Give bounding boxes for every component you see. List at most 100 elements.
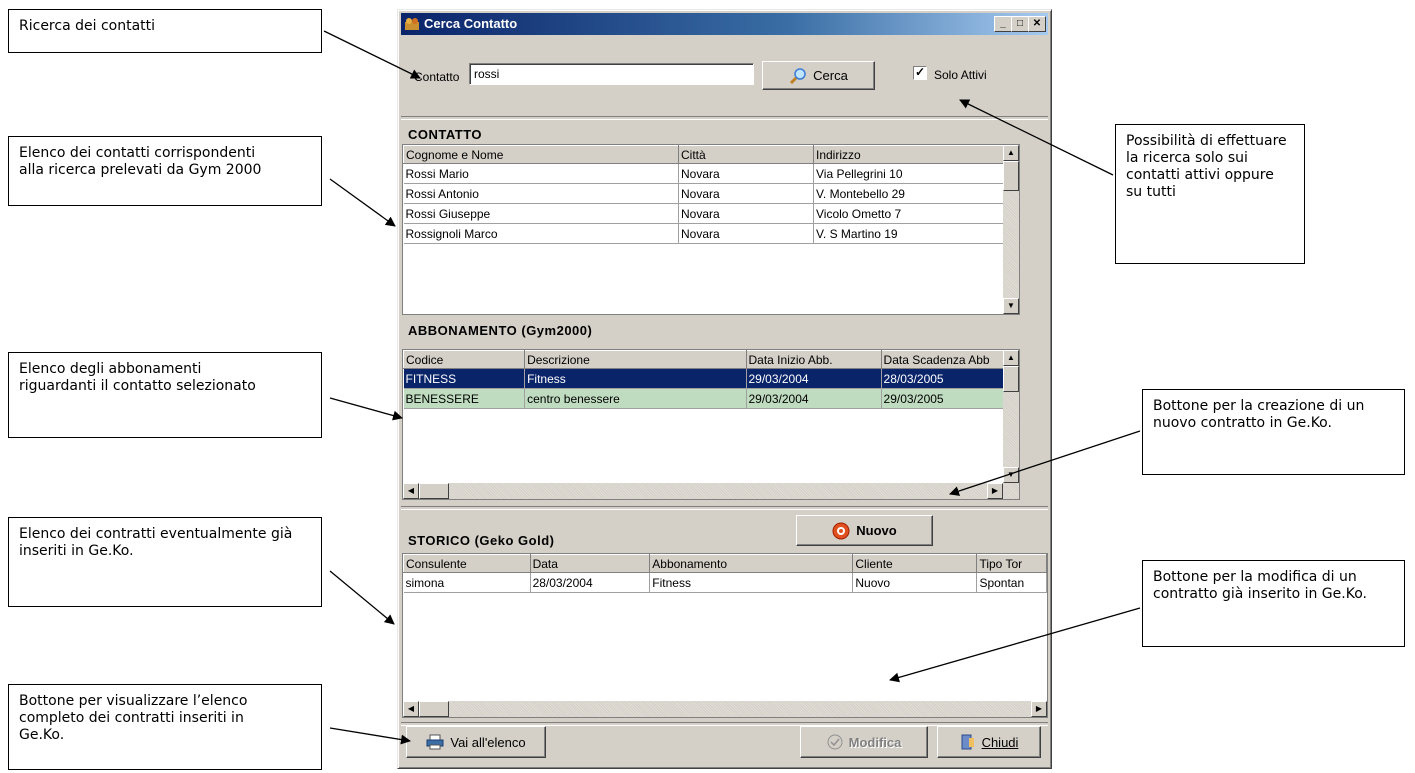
cerca-contatto-window: Cerca Contatto _ □ ✕ Contatto Cerca ✓ So…	[397, 9, 1052, 769]
callout-elenco-contatti: Elenco dei contatti corrispondenti alla …	[8, 136, 322, 206]
cell-consulente: simona	[403, 572, 531, 593]
abbonamento-grid: Codice Descrizione Data Inizio Abb. Data…	[402, 349, 1020, 500]
modifica-button[interactable]: Modifica	[800, 726, 928, 758]
table-row[interactable]: Rossi Antonio Novara V. Montebello 29	[403, 183, 1017, 204]
contatto-search-input[interactable]	[469, 63, 754, 85]
col-header-descrizione[interactable]: Descrizione	[524, 350, 747, 369]
printer-icon	[426, 734, 444, 750]
cell-descrizione: Fitness	[524, 368, 747, 389]
cell-codice: FITNESS	[403, 368, 526, 389]
contatto-section-title: CONTATTO	[408, 127, 483, 142]
table-row[interactable]: Rossignoli Marco Novara V. S Martino 19	[403, 223, 1017, 244]
abbonamento-vertical-scrollbar[interactable]: ▲ ▼	[1003, 350, 1019, 483]
close-icon[interactable]: ✕	[1028, 16, 1046, 32]
cell-citta: Novara	[678, 163, 814, 184]
cell-indirizzo: V. Montebello 29	[813, 183, 1017, 204]
callout-bottone-nuovo: Bottone per la creazione di un nuovo con…	[1142, 389, 1405, 475]
table-row[interactable]: Rossi Giuseppe Novara Vicolo Ometto 7	[403, 203, 1017, 224]
window-title: Cerca Contatto	[424, 16, 518, 31]
callout-bottone-elenco: Bottone per visualizzare l’elenco comple…	[8, 684, 322, 770]
storico-grid: Consulente Data Abbonamento Cliente Tipo…	[402, 553, 1048, 718]
check-icon	[827, 734, 843, 750]
cell-citta: Novara	[678, 223, 814, 244]
contatto-label: Contatto	[414, 70, 460, 84]
col-header-citta[interactable]: Città	[678, 145, 814, 164]
minimize-icon[interactable]: _	[994, 16, 1012, 32]
scroll-down-icon[interactable]: ▼	[1003, 467, 1019, 483]
cell-nome: Rossi Mario	[403, 163, 679, 184]
solo-attivi-checkbox[interactable]: ✓	[913, 66, 927, 80]
col-header-indirizzo[interactable]: Indirizzo	[813, 145, 1017, 164]
scroll-up-icon[interactable]: ▲	[1003, 145, 1019, 161]
col-header-tipo[interactable]: Tipo Tor	[976, 554, 1047, 573]
cell-indirizzo: Via Pellegrini 10	[813, 163, 1017, 184]
separator	[401, 116, 1048, 120]
callout-ricerca: Ricerca dei contatti	[8, 9, 322, 53]
vai-all-elenco-button[interactable]: Vai all'elenco	[406, 726, 546, 758]
cell-descrizione: centro benessere	[524, 388, 747, 409]
scroll-right-icon[interactable]: ▶	[987, 483, 1003, 499]
chiudi-button[interactable]: Chiudi	[937, 726, 1041, 758]
abbonamento-section-title: ABBONAMENTO (Gym2000)	[408, 323, 593, 338]
scroll-left-icon[interactable]: ◀	[403, 483, 419, 499]
col-header-consulente[interactable]: Consulente	[403, 554, 531, 573]
add-circle-icon	[832, 522, 850, 539]
scroll-thumb[interactable]	[1003, 366, 1019, 392]
maximize-icon[interactable]: □	[1011, 16, 1029, 32]
table-row[interactable]: BENESSERE centro benessere 29/03/2004 29…	[403, 388, 1019, 409]
nuovo-button-label: Nuovo	[856, 523, 897, 538]
col-header-codice[interactable]: Codice	[403, 350, 526, 369]
cell-tipo: Spontan	[976, 572, 1047, 593]
separator	[401, 506, 1048, 510]
cell-indirizzo: Vicolo Ometto 7	[813, 203, 1017, 224]
cell-data-inizio: 29/03/2004	[746, 368, 882, 389]
scroll-thumb[interactable]	[1003, 161, 1019, 191]
cell-abbonamento: Fitness	[649, 572, 854, 593]
chiudi-label: Chiudi	[981, 734, 1019, 750]
table-row[interactable]: simona 28/03/2004 Fitness Nuovo Spontan	[403, 572, 1047, 593]
callout-elenco-contratti: Elenco dei contratti eventualmente già i…	[8, 517, 322, 607]
callout-elenco-abbonamenti: Elenco degli abbonamenti riguardanti il …	[8, 352, 322, 438]
cell-nome: Rossignoli Marco	[403, 223, 679, 244]
cell-citta: Novara	[678, 203, 814, 224]
storico-horizontal-scrollbar[interactable]: ◀ ▶	[403, 701, 1047, 717]
cell-indirizzo: V. S Martino 19	[813, 223, 1017, 244]
col-header-data-inizio[interactable]: Data Inizio Abb.	[745, 350, 882, 369]
vai-all-elenco-label: Vai all'elenco	[450, 734, 526, 750]
col-header-cliente[interactable]: Cliente	[852, 554, 978, 573]
table-row[interactable]: Rossi Mario Novara Via Pellegrini 10	[403, 163, 1017, 184]
cell-nome: Rossi Giuseppe	[403, 203, 679, 224]
contatto-vertical-scrollbar[interactable]: ▲ ▼	[1003, 145, 1019, 314]
scroll-down-icon[interactable]: ▼	[1003, 298, 1019, 314]
cerca-button-label: Cerca	[813, 68, 848, 83]
modifica-label: Modifica	[848, 734, 902, 750]
table-row-selected[interactable]: FITNESS Fitness 29/03/2004 28/03/2005	[403, 368, 1019, 389]
scroll-up-icon[interactable]: ▲	[1003, 350, 1019, 366]
storico-section-title: STORICO (Geko Gold)	[408, 533, 555, 548]
cell-data: 28/03/2004	[530, 572, 651, 593]
cell-cliente: Nuovo	[852, 572, 978, 593]
scroll-thumb[interactable]	[419, 701, 449, 717]
col-header-data-scadenza[interactable]: Data Scadenza Abb	[880, 350, 1019, 369]
cell-data-inizio: 29/03/2004	[746, 388, 882, 409]
scroll-right-icon[interactable]: ▶	[1031, 701, 1047, 717]
title-bar[interactable]: Cerca Contatto _ □ ✕	[401, 13, 1048, 35]
exit-door-icon	[961, 734, 974, 750]
nuovo-button[interactable]: Nuovo	[796, 515, 933, 546]
col-header-abbonamento[interactable]: Abbonamento	[649, 554, 854, 573]
search-icon	[790, 67, 806, 84]
scroll-left-icon[interactable]: ◀	[403, 701, 419, 717]
cell-nome: Rossi Antonio	[403, 183, 679, 204]
col-header-data[interactable]: Data	[529, 554, 651, 573]
abbonamento-horizontal-scrollbar[interactable]: ◀ ▶	[403, 483, 1019, 499]
app-icon	[405, 18, 419, 30]
solo-attivi-label: Solo Attivi	[934, 68, 987, 82]
callout-bottone-modifica: Bottone per la modifica di un contratto …	[1142, 560, 1405, 647]
cell-data-scadenza: 28/03/2005	[881, 368, 1019, 389]
cerca-button[interactable]: Cerca	[762, 61, 875, 90]
scroll-thumb[interactable]	[419, 483, 449, 499]
cell-citta: Novara	[678, 183, 814, 204]
col-header-cognome[interactable]: Cognome e Nome	[403, 145, 679, 164]
callout-solo-attivi: Possibilità di effettuare la ricerca sol…	[1115, 124, 1305, 264]
cell-codice: BENESSERE	[403, 388, 526, 409]
